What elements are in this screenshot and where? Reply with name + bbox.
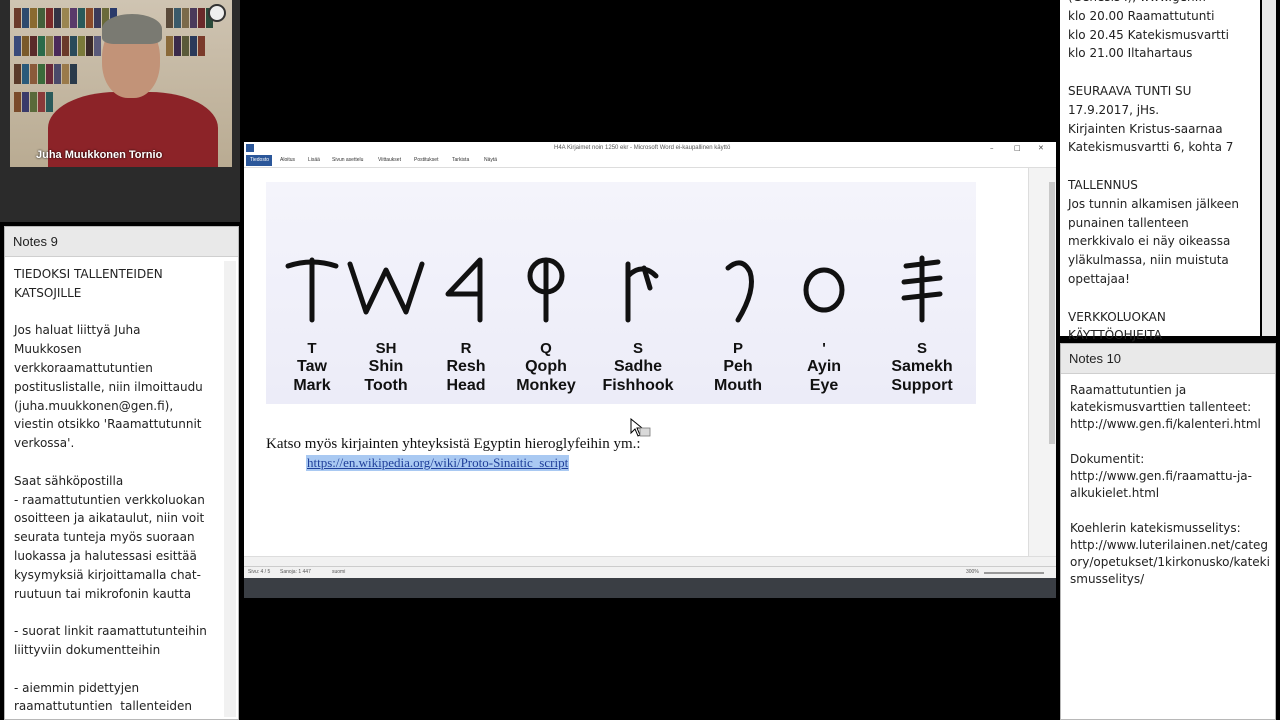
tab-view[interactable]: Näytä (484, 157, 497, 163)
maximize-icon[interactable]: □ (1014, 144, 1021, 152)
glyph-letter: S (632, 340, 643, 357)
resh-glyph-icon (445, 257, 483, 323)
qoph-glyph-icon (527, 257, 565, 323)
glyph-name: Samekh (891, 358, 953, 375)
sadhe-glyph-icon (625, 261, 659, 323)
word-vertical-scrollbar[interactable] (1028, 168, 1056, 556)
notes-9-pod: Notes 9 TIEDOKSI TALLENTEIDEN KATSOJILLE… (4, 226, 239, 720)
ayin-glyph-icon (803, 267, 845, 313)
glyph-sadhe: S Sadhe Fishhook (588, 182, 688, 404)
word-horizontal-scrollbar[interactable] (244, 556, 1056, 566)
glyph-name: Ayin (806, 358, 842, 375)
glyph-meaning: Mouth (714, 377, 762, 394)
tab-review[interactable]: Tarkista (452, 157, 469, 163)
shared-screen-word-window: H4A Kirjaimet noin 1250 ekr - Microsoft … (244, 142, 1056, 598)
notes-top-scrollbar[interactable] (1262, 0, 1276, 336)
screen-share-bottom-bar (244, 578, 1056, 598)
peh-glyph-icon (725, 260, 754, 323)
notes-10-text: Raamattutuntien ja katekismusvarttien ta… (1070, 383, 1270, 587)
samekh-glyph-icon (901, 255, 943, 323)
tab-references[interactable]: Viittaukset (378, 157, 401, 163)
wall-clock (208, 4, 226, 22)
glyph-meaning: Monkey (516, 377, 576, 394)
glyph-ayin: ' Ayin Eye (774, 182, 874, 404)
status-zoom[interactable]: 300% (966, 569, 979, 575)
glyph-letter: ' (822, 340, 826, 357)
tab-page-layout[interactable]: Sivun asettelu (332, 157, 363, 163)
scrollbar-thumb[interactable] (1049, 182, 1055, 444)
notes-top-pod: (Genesis I), www.gen.fi klo 20.00 Raamat… (1060, 0, 1260, 342)
zoom-slider[interactable] (984, 572, 1044, 574)
notes-9-scrollbar[interactable] (224, 261, 236, 717)
glyph-meaning: Support (891, 377, 953, 394)
glyph-meaning: Fishhook (602, 377, 674, 394)
glyph-name: Peh (723, 358, 753, 375)
word-titlebar: H4A Kirjaimet noin 1250 ekr - Microsoft … (244, 142, 1056, 154)
glyph-name: Qoph (525, 358, 567, 375)
glyph-samekh: S Samekh Support (872, 182, 972, 404)
mouse-cursor-icon (630, 418, 651, 437)
notes-10-title: Notes 10 (1061, 344, 1275, 374)
glyph-peh: P Peh Mouth (688, 182, 788, 404)
document-paragraph: Katso myös kirjainten yhteyksistä Egypti… (266, 436, 641, 452)
proto-sinaitic-alphabet-image: T Taw Mark SH Shin Tooth R Resh Head Q Q… (266, 182, 976, 404)
notes-9-text: TIEDOKSI TALLENTEIDEN KATSOJILLE Jos hal… (14, 267, 207, 714)
shin-glyph-icon (347, 261, 425, 315)
status-words[interactable]: Sanoja: 1 447 (280, 569, 311, 575)
glyph-letter: P (732, 340, 743, 357)
presenter-name: Juha Muukkonen Tornio (36, 149, 163, 161)
word-document-page[interactable]: T Taw Mark SH Shin Tooth R Resh Head Q Q… (244, 168, 1026, 556)
notes-10-pod: Notes 10 Raamattutuntien ja katekismusva… (1060, 343, 1276, 720)
webcam-panel: Juha Muukkonen Tornio (0, 0, 240, 222)
tab-mailings[interactable]: Postitukset (414, 157, 438, 163)
taw-glyph-icon (285, 257, 339, 323)
tab-insert[interactable]: Lisää (308, 157, 320, 163)
document-hyperlink[interactable]: https://en.wikipedia.org/wiki/Proto-Sina… (306, 455, 570, 471)
minimize-icon[interactable]: – (990, 144, 994, 152)
tab-file[interactable]: Tiedosto (246, 155, 272, 166)
word-window-title: H4A Kirjaimet noin 1250 ekr - Microsoft … (554, 145, 731, 151)
glyph-letter: Q (540, 340, 552, 357)
glyph-meaning: Eye (809, 377, 839, 394)
word-ribbon-tabs: Tiedosto Aloitus Lisää Sivun asettelu Vi… (244, 154, 1056, 168)
webcam-video: Juha Muukkonen Tornio (10, 0, 232, 167)
glyph-letter: S (916, 340, 927, 357)
word-status-bar: Sivu: 4 / 5 Sanoja: 1 447 suomi 300% (244, 566, 1056, 578)
bookshelf (166, 36, 226, 58)
presenter-hair (102, 14, 162, 44)
word-app-icon (246, 144, 254, 152)
status-page[interactable]: Sivu: 4 / 5 (248, 569, 270, 575)
notes-top-text: (Genesis I), www.gen.fi klo 20.00 Raamat… (1068, 0, 1239, 343)
notes-9-title: Notes 9 (5, 227, 238, 257)
status-language[interactable]: suomi (332, 569, 345, 575)
tab-home[interactable]: Aloitus (280, 157, 295, 163)
glyph-qoph: Q Qoph Monkey (496, 182, 596, 404)
glyph-name: Sadhe (613, 358, 662, 375)
close-icon[interactable]: ✕ (1038, 144, 1044, 152)
